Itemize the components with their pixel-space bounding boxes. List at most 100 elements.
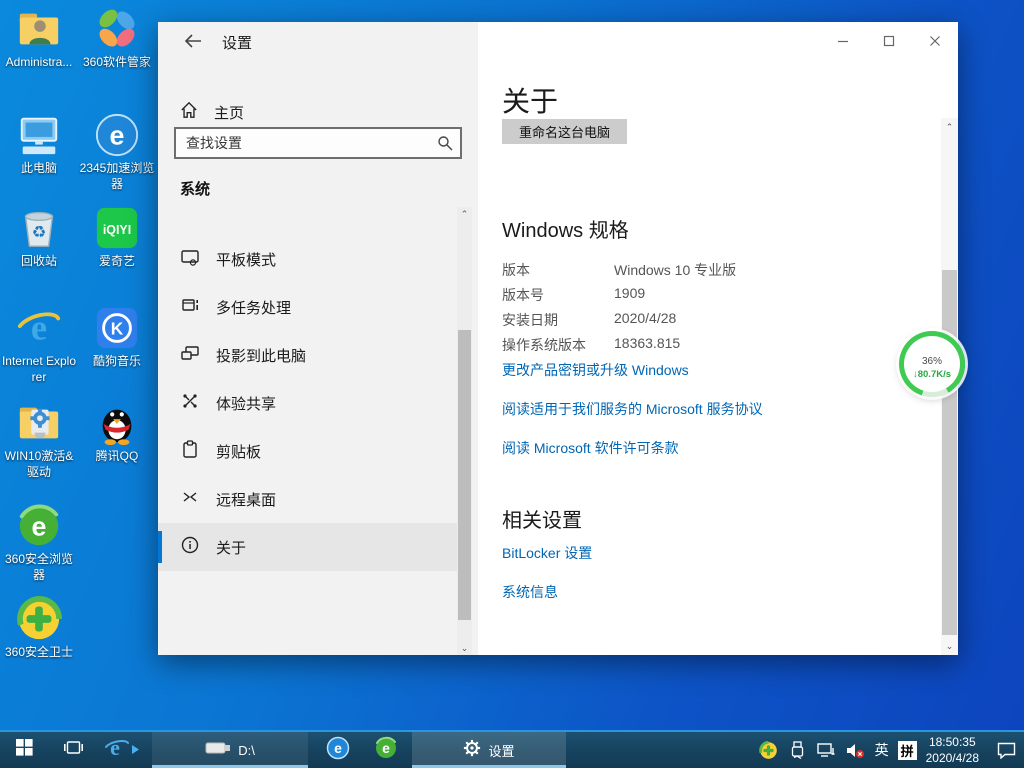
remote-desktop-icon: [180, 487, 200, 512]
spec-row: 版本 Windows 10 专业版: [502, 260, 736, 280]
gear-folder-icon: [16, 400, 62, 446]
desktop-icon-360-software-manager[interactable]: 360软件管家: [78, 6, 156, 71]
action-center-icon[interactable]: [996, 740, 1016, 760]
task-view-icon: [64, 739, 83, 761]
spec-row: 版本号 1909: [502, 285, 645, 305]
speed-ball-download-speed: ↓80.7K/s: [913, 369, 951, 380]
sidebar-home-label: 主页: [214, 102, 244, 123]
desktop-icon-recycle-bin[interactable]: ♻ 回收站: [0, 205, 78, 270]
window-caption-buttons: [820, 22, 958, 60]
sidebar-item-label: 远程桌面: [216, 489, 276, 510]
taskbar-ie-button[interactable]: e: [98, 732, 144, 768]
back-arrow-icon: [184, 34, 202, 53]
window-title: 设置: [222, 32, 252, 53]
sidebar-item-home[interactable]: 主页: [158, 92, 478, 132]
scroll-down-icon[interactable]: ⌄: [941, 639, 958, 653]
services-agreement-link[interactable]: 阅读适用于我们服务的 Microsoft 服务协议: [502, 399, 763, 419]
taskbar-d-drive-button[interactable]: D:\: [152, 732, 308, 768]
taskbar-2345-browser-button[interactable]: e: [316, 732, 360, 768]
desktop-icon-2345-browser[interactable]: e 2345加速浏览器: [78, 112, 156, 192]
sidebar-item-about[interactable]: 关于: [158, 523, 458, 571]
desktop-icon-kugou-music[interactable]: K 酷狗音乐: [78, 305, 156, 370]
desktop-icon-internet-explorer[interactable]: e Internet Explorer: [0, 305, 78, 385]
ime-pinyin-icon[interactable]: 拼: [898, 741, 917, 760]
close-button[interactable]: [912, 22, 958, 60]
svg-text:K: K: [111, 319, 124, 339]
sidebar-item-tablet-mode[interactable]: 平板模式: [158, 235, 458, 283]
360-safe-guard-icon: [16, 596, 62, 642]
bitlocker-settings-link[interactable]: BitLocker 设置: [502, 543, 592, 563]
rename-pc-button[interactable]: 重命名这台电脑: [502, 119, 627, 144]
spec-value: 1909: [614, 285, 645, 305]
back-button[interactable]: [176, 30, 210, 56]
info-icon: [180, 535, 200, 560]
search-icon[interactable]: [430, 135, 460, 151]
settings-window: 设置 主页 系统 平板模式 多任务处理 投影到此电脑: [158, 22, 958, 655]
jumplist-arrow-icon: [132, 741, 139, 759]
search-input[interactable]: [176, 135, 430, 151]
taskbar-360-browser-button[interactable]: e: [364, 732, 408, 768]
system-tray: 英 拼 18:50:35 2020/4/28: [759, 732, 1024, 768]
desktop-icon-label: 酷狗音乐: [93, 354, 141, 370]
speed-ball-content: 36% ↓80.7K/s: [904, 336, 960, 392]
taskbar-clock[interactable]: 18:50:35 2020/4/28: [926, 734, 979, 766]
taskbar-settings-button[interactable]: 设置: [412, 732, 566, 768]
desktop-icon-iqiyi[interactable]: iQIYI 爱奇艺: [78, 205, 156, 270]
360-speed-ball[interactable]: 36% ↓80.7K/s: [899, 331, 965, 397]
settings-main-pane: 关于 重命名这台电脑 Windows 规格 版本 Windows 10 专业版 …: [478, 22, 958, 655]
desktop-icon-360-safe-guard[interactable]: 360安全卫士: [0, 596, 78, 661]
sidebar-item-remote-desktop[interactable]: 远程桌面: [158, 475, 458, 523]
clipboard-icon: [180, 439, 200, 464]
svg-text:iQIYI: iQIYI: [103, 223, 131, 237]
sidebar-item-label: 剪贴板: [216, 441, 261, 462]
desktop-icon-administrator[interactable]: Administra...: [0, 6, 78, 71]
main-scrollbar-thumb[interactable]: [942, 270, 957, 635]
task-view-button[interactable]: [52, 732, 94, 768]
maximize-button[interactable]: [866, 22, 912, 60]
sidebar-section-label: 系统: [180, 178, 210, 199]
desktop-icon-label: 回收站: [21, 254, 57, 270]
scroll-up-icon[interactable]: ⌃: [457, 207, 472, 221]
360-safe-guard-tray-icon[interactable]: [759, 740, 779, 760]
shared-experiences-icon: [180, 391, 200, 416]
scroll-down-icon[interactable]: ⌄: [457, 641, 472, 655]
desktop-icon-360-browser[interactable]: e 360安全浏览器: [0, 503, 78, 583]
minimize-button[interactable]: [820, 22, 866, 60]
iqiyi-icon: iQIYI: [94, 205, 140, 251]
sidebar-item-label: 投影到此电脑: [216, 345, 306, 366]
sidebar-item-projecting[interactable]: 投影到此电脑: [158, 331, 458, 379]
clock-time: 18:50:35: [926, 734, 979, 750]
desktop-icon-this-pc[interactable]: 此电脑: [0, 112, 78, 177]
spec-row: 安装日期 2020/4/28: [502, 310, 676, 330]
spec-label: 版本号: [502, 285, 614, 305]
360-software-manager-icon: [94, 6, 140, 52]
sidebar-scrollbar-thumb[interactable]: [458, 330, 471, 620]
sidebar-item-shared-experiences[interactable]: 体验共享: [158, 379, 458, 427]
speed-ball-percent: 36: [922, 356, 933, 367]
home-icon: [180, 101, 198, 124]
sidebar-item-clipboard[interactable]: 剪贴板: [158, 427, 458, 475]
360-browser-icon: e: [16, 503, 62, 549]
desktop-icon-qq[interactable]: 腾讯QQ: [78, 400, 156, 465]
start-button[interactable]: [0, 732, 48, 768]
system-info-link[interactable]: 系统信息: [502, 582, 558, 602]
desktop-icon-win10-activate[interactable]: WIN10激活&驱动: [0, 400, 78, 480]
usb-device-tray-icon[interactable]: [788, 740, 808, 760]
network-tray-icon[interactable]: [817, 740, 837, 760]
volume-muted-icon[interactable]: [846, 740, 866, 760]
svg-text:e: e: [32, 512, 47, 542]
scroll-up-icon[interactable]: ⌃: [941, 120, 958, 134]
recycle-bin-icon: ♻: [16, 205, 62, 251]
taskbar: e D:\ e e 设置: [0, 730, 1024, 768]
spec-row: 操作系统版本 18363.815: [502, 335, 680, 355]
license-terms-link[interactable]: 阅读 Microsoft 软件许可条款: [502, 438, 679, 458]
svg-text:e: e: [110, 121, 125, 151]
spec-label: 操作系统版本: [502, 335, 614, 355]
ime-language-indicator[interactable]: 英: [875, 740, 889, 760]
sidebar-scrollbar[interactable]: ⌃ ⌄: [457, 207, 472, 655]
sidebar-item-multitasking[interactable]: 多任务处理: [158, 283, 458, 331]
change-product-key-link[interactable]: 更改产品密钥或升级 Windows: [502, 360, 689, 380]
windows-logo-icon: [16, 739, 33, 761]
desktop-icon-label: Internet Explorer: [0, 354, 78, 385]
svg-text:♻: ♻: [32, 223, 47, 242]
